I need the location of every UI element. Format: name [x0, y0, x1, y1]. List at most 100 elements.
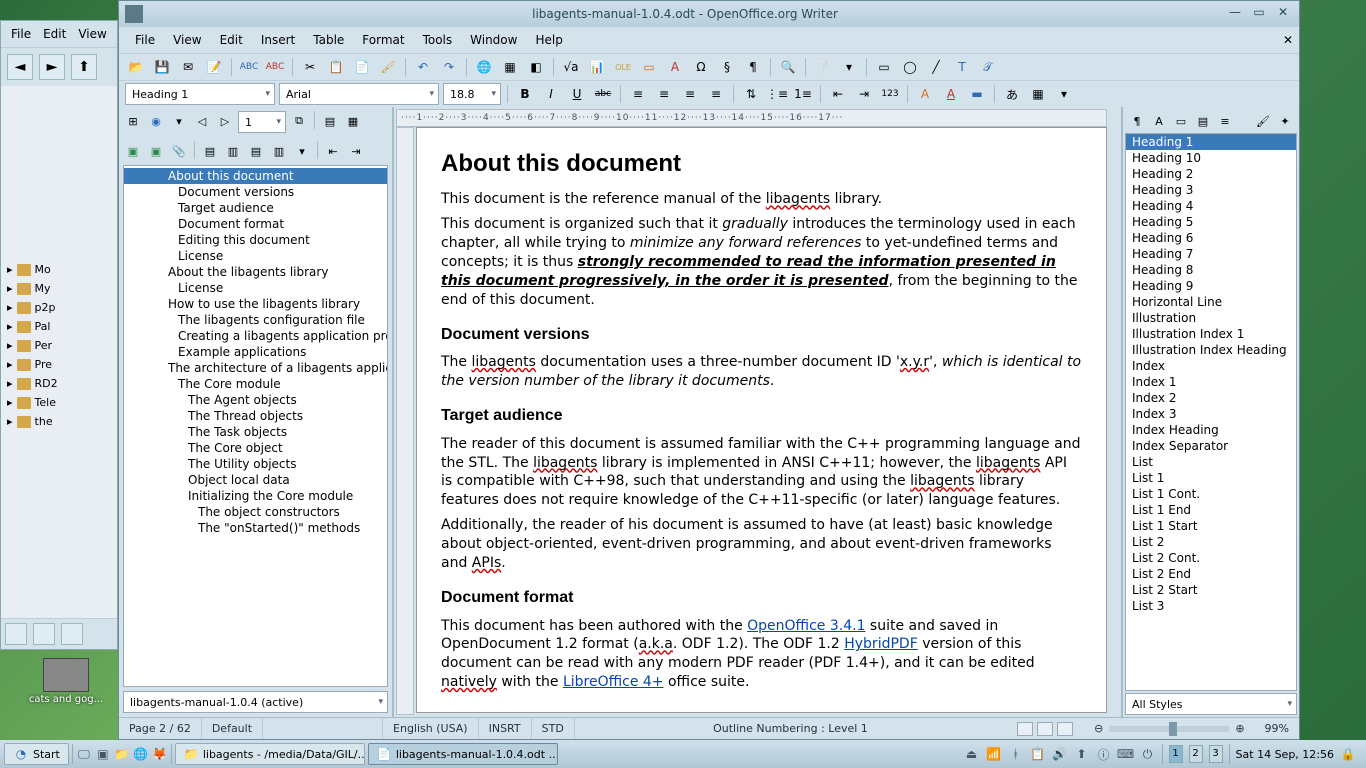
new-style-icon[interactable]: ✦ — [1275, 111, 1295, 131]
status-selection-mode[interactable]: STD — [532, 718, 575, 739]
menu-tools[interactable]: Tools — [415, 29, 461, 51]
navigator-item[interactable]: The Task objects — [124, 424, 387, 440]
line-spacing-icon[interactable]: ⇅ — [740, 83, 762, 105]
styles-filter-combo[interactable]: All Styles — [1125, 693, 1297, 715]
bullet-list-icon[interactable]: ⋮≡ — [766, 83, 788, 105]
align-justify-icon[interactable]: ≡ — [705, 83, 727, 105]
rect-icon[interactable]: ▭ — [873, 56, 895, 78]
fm-forward-button[interactable]: ► — [39, 54, 65, 80]
frame-icon[interactable]: ▭ — [638, 56, 660, 78]
document-page[interactable]: About this document This document is the… — [416, 127, 1107, 713]
menu-help[interactable]: Help — [527, 29, 570, 51]
navigator-item[interactable]: Target audience — [124, 200, 387, 216]
navigator-item[interactable]: Editing this document — [124, 232, 387, 248]
font-name-combo[interactable]: Arial — [279, 83, 439, 105]
fill-format-icon[interactable]: 🖌 — [1253, 111, 1273, 131]
char-styles-icon[interactable]: A — [1149, 111, 1169, 131]
navigator-item[interactable]: The Agent objects — [124, 392, 387, 408]
nav-page-input[interactable]: 1 — [238, 111, 286, 133]
mail-icon[interactable]: ✉ — [177, 56, 199, 78]
status-zoom-pct[interactable]: 99% — [1255, 718, 1299, 739]
style-item[interactable]: List 2 Cont. — [1126, 550, 1296, 566]
navigator-item[interactable]: About this document — [124, 168, 387, 184]
nav-demote-icon[interactable]: ⇥ — [346, 141, 366, 161]
tray-keyboard-icon[interactable]: ⌨ — [1118, 746, 1134, 762]
nav-next-page-icon[interactable]: ▷ — [215, 111, 235, 131]
number-list-icon[interactable]: 1≡ — [792, 83, 814, 105]
nonprinting-icon[interactable]: ¶ — [742, 56, 764, 78]
link-hybridpdf[interactable]: HybridPDF — [844, 636, 918, 652]
indent-icon[interactable]: ⇥ — [853, 83, 875, 105]
nav-on-off-icon[interactable]: ◉ — [146, 111, 166, 131]
nav-header-icon[interactable]: ▤ — [320, 111, 340, 131]
style-item[interactable]: Heading 5 — [1126, 214, 1296, 230]
style-item[interactable]: List 2 End — [1126, 566, 1296, 582]
nav-promote-chap-icon[interactable]: ▤ — [200, 141, 220, 161]
navigator-item[interactable]: The architecture of a libagents applicat… — [124, 360, 387, 376]
fm-item[interactable]: ▸RD2 — [3, 374, 115, 393]
menu-file[interactable]: File — [127, 29, 163, 51]
tray-update-icon[interactable]: ⬆ — [1074, 746, 1090, 762]
copy-icon[interactable]: 📋 — [325, 56, 347, 78]
status-outline[interactable]: Outline Numbering : Level 1 — [575, 718, 1006, 739]
nav-move-down-icon[interactable]: ▥ — [269, 141, 289, 161]
link-libreoffice[interactable]: LibreOffice 4+ — [563, 674, 664, 690]
nav-dropdown-icon[interactable]: ▾ — [169, 111, 189, 131]
spellcheck-icon[interactable]: ABC — [238, 56, 260, 78]
status-style[interactable]: Default — [202, 718, 263, 739]
tray-volume-icon[interactable]: 🔊 — [1052, 746, 1068, 762]
redo-icon[interactable]: ↷ — [438, 56, 460, 78]
help-icon[interactable]: ❔ — [812, 56, 834, 78]
navigator-item[interactable]: Document versions — [124, 184, 387, 200]
tray-clipboard-icon[interactable]: 📋 — [1030, 746, 1046, 762]
style-item[interactable]: Illustration Index Heading — [1126, 342, 1296, 358]
text-frame-icon[interactable]: T — [951, 56, 973, 78]
firefox-icon[interactable]: 🦊 — [152, 746, 168, 762]
navigator-item[interactable]: Creating a libagents application project — [124, 328, 387, 344]
navigator-item[interactable]: Document format — [124, 216, 387, 232]
menu-insert[interactable]: Insert — [253, 29, 303, 51]
styles-list[interactable]: Heading 1Heading 10Heading 2Heading 3Hea… — [1125, 133, 1297, 691]
navigator-item[interactable]: The "onStarted()" methods — [124, 520, 387, 536]
workspace-3[interactable]: 3 — [1209, 745, 1223, 763]
show-desktop-icon[interactable]: 🖵 — [76, 746, 92, 762]
minimize-button[interactable]: — — [1225, 5, 1245, 23]
fm-item[interactable]: ▸Per — [3, 336, 115, 355]
highlight-icon[interactable]: A — [940, 83, 962, 105]
style-item[interactable]: List 3 — [1126, 598, 1296, 614]
align-center-icon[interactable]: ≡ — [653, 83, 675, 105]
nav-link-icon[interactable]: ⧉ — [289, 111, 309, 131]
style-item[interactable]: Index 3 — [1126, 406, 1296, 422]
style-item[interactable]: Heading 8 — [1126, 262, 1296, 278]
font-size-combo[interactable]: 18.8 — [443, 83, 501, 105]
outdent-icon[interactable]: ⇤ — [827, 83, 849, 105]
zoom-slider[interactable] — [1109, 726, 1229, 732]
zoom-icon[interactable]: 🔍 — [777, 56, 799, 78]
browser-icon[interactable]: 🌐 — [133, 746, 149, 762]
style-item[interactable]: Heading 2 — [1126, 166, 1296, 182]
navigator-item[interactable]: How to use the libagents library — [124, 296, 387, 312]
style-item[interactable]: Illustration Index 1 — [1126, 326, 1296, 342]
tray-lock-icon[interactable]: 🔒 — [1340, 746, 1356, 762]
view-multi-icon[interactable] — [1037, 722, 1053, 736]
special-char-icon[interactable]: Ω — [690, 56, 712, 78]
underline-icon[interactable]: U — [566, 83, 588, 105]
undo-icon[interactable]: ↶ — [412, 56, 434, 78]
frame-styles-icon[interactable]: ▭ — [1171, 111, 1191, 131]
nav-drag-mode-icon[interactable]: ▾ — [292, 141, 312, 161]
para-style-combo[interactable]: Heading 1 — [125, 83, 275, 105]
status-page[interactable]: Page 2 / 62 — [119, 718, 202, 739]
nav-move-up-icon[interactable]: ▤ — [246, 141, 266, 161]
section-icon[interactable]: § — [716, 56, 738, 78]
terminal-icon[interactable]: ▣ — [95, 746, 111, 762]
asian-phonetic-icon[interactable]: あ — [1001, 83, 1023, 105]
workspace-2[interactable]: 2 — [1189, 745, 1203, 763]
fm-item[interactable]: ▸My — [3, 279, 115, 298]
fm-view-icons-button[interactable] — [5, 623, 27, 645]
document-close-button[interactable]: ✕ — [1275, 29, 1291, 51]
tray-wifi-icon[interactable]: 📶 — [986, 746, 1002, 762]
style-item[interactable]: Index Separator — [1126, 438, 1296, 454]
navigator-item[interactable]: About the libagents library — [124, 264, 387, 280]
imagemap-icon[interactable]: ▦ — [1027, 83, 1049, 105]
italic-icon[interactable]: I — [540, 83, 562, 105]
